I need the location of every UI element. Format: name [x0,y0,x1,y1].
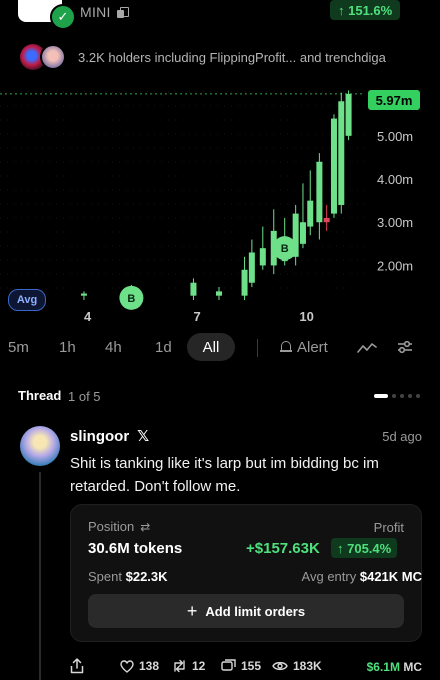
candle-body [299,222,306,244]
spent-label: Spent [88,569,122,584]
timeframe-1h[interactable]: 1h [59,339,76,356]
position-tokens: 30.6M tokens [88,540,183,557]
candle-body [80,293,87,296]
plus-icon: + [186,601,198,621]
like-count: 138 [139,659,160,673]
alert-label: Alert [297,339,328,356]
post-timestamp: 5d ago [382,429,422,444]
holder-avatar-2[interactable] [40,44,66,70]
market-cap-unit: MC [403,660,422,674]
comment-icon [221,659,236,671]
pager-dot-active[interactable] [374,394,388,398]
post-body: Shit is tanking like it's larp but im bi… [70,455,379,495]
repost-icon [174,659,185,673]
thread-connector-line [39,472,41,680]
copy-icon[interactable] [116,6,129,18]
candle-body [216,291,222,296]
timeframe-4h[interactable]: 4h [105,339,122,356]
profit-percent-badge: ↑ 705.4% [331,538,398,558]
profit-value: +$157.63K [246,540,320,557]
repost-button[interactable]: 12 [172,659,205,673]
candle-body [248,252,255,283]
ticker-text: MINI [80,4,111,20]
y-tick-label: 2.00m [377,258,413,273]
comment-button[interactable]: 155 [221,659,261,673]
candle-body [307,200,314,227]
pager-dot[interactable] [392,394,396,398]
position-label-text: Position [88,519,135,534]
y-tick-label: 3.00m [377,215,413,230]
thread-title: Thread [18,388,62,403]
candle-body [316,161,323,223]
candle-body [330,118,337,214]
username-text: slingoor [70,427,130,445]
toolbar-divider [257,339,258,357]
like-button[interactable]: 138 [120,659,159,673]
author-avatar[interactable] [20,426,60,466]
avg-entry-value: $421K MC [359,569,422,584]
avg-entry-row: Avg entry $421K MC [272,569,422,584]
author-name[interactable]: slingoor 𝕏 [70,427,149,446]
alert-button[interactable]: Alert [280,339,328,356]
add-limit-orders-button[interactable]: + Add limit orders [88,594,404,628]
thread-count: 1 of 5 [68,389,101,404]
price-change-badge: ↑ 151.6% [330,0,401,20]
profit-label: Profit [373,520,404,535]
avg-entry-label: Avg entry [301,569,357,584]
price-chart[interactable]: 5.00m 4.00m 3.00m 2.00m 4 7 10 B B [0,84,440,330]
bell-icon [280,341,292,354]
comment-count: 155 [241,659,262,673]
swap-icon[interactable]: ⇄ [140,520,150,534]
pager-dot[interactable] [416,394,420,398]
market-cap-value: $6.1M [366,660,400,674]
timeframe-1d[interactable]: 1d [155,339,172,356]
candle-body [241,269,248,296]
chart-type-icon[interactable] [357,340,377,356]
timeframe-5m[interactable]: 5m [8,339,29,356]
buy-marker-label: B [127,293,135,305]
spent-value: $22.3K [125,569,168,584]
avg-toggle-button[interactable]: Avg [8,289,46,311]
holders-summary[interactable]: 3.2K holders including FlippingProfit...… [78,50,386,65]
candle-body [259,248,266,266]
y-tick-label: 5.00m [377,129,413,144]
verified-check-icon: ✓ [50,4,76,30]
market-cap: $6.1M MC [367,660,422,674]
current-price-label: 5.97m [368,90,420,110]
token-ticker[interactable]: MINI [80,4,129,20]
timeframe-all[interactable]: All [187,333,235,361]
repost-count: 12 [192,659,206,673]
share-icon[interactable] [70,658,84,674]
candle-body [190,282,197,296]
limit-button-label: Add limit orders [205,603,306,619]
thread-pager[interactable] [374,394,420,398]
pager-dot[interactable] [408,394,412,398]
candle-body [323,217,330,223]
chart-settings-icon[interactable] [397,339,413,355]
position-label[interactable]: Position ⇄ [88,519,150,534]
heart-icon [120,659,134,673]
buy-marker-label: B [281,243,289,255]
candle-body [338,101,345,205]
y-tick-label: 4.00m [377,172,413,187]
x-logo-icon[interactable]: 𝕏 [137,427,149,445]
x-tick-label: 4 [84,309,92,324]
views-indicator[interactable]: 183K [272,659,322,673]
candle-body [345,93,352,136]
views-count: 183K [293,659,322,673]
pager-dot[interactable] [400,394,404,398]
spent-row: Spent $22.3K [88,569,168,584]
x-tick-label: 10 [299,309,313,324]
x-tick-label: 7 [193,309,200,324]
eye-icon [272,661,288,671]
